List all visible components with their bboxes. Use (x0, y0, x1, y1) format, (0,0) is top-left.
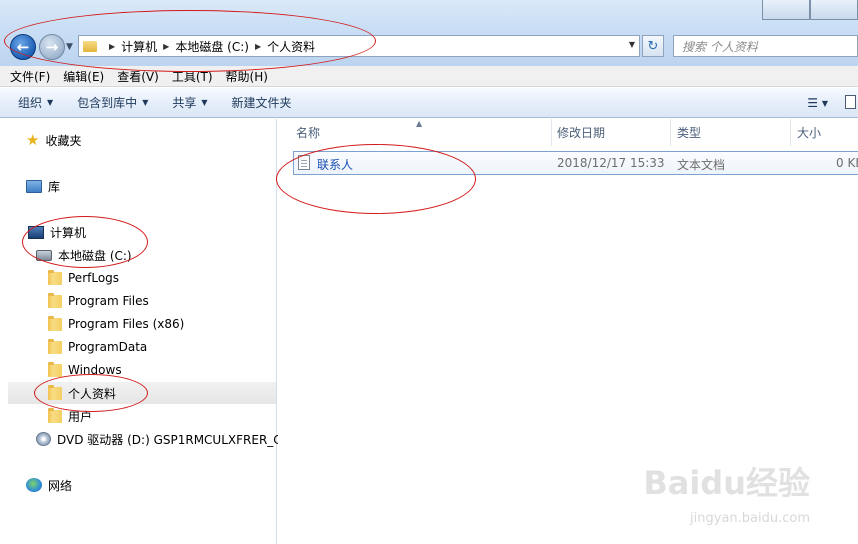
nav-favorites-label: 收藏夹 (45, 133, 82, 148)
folder-icon (48, 315, 62, 331)
menu-file[interactable]: 文件(F) (10, 68, 50, 85)
nav-dvd-label: DVD 驱动器 (D:) GSP1RMCULXFRER_C (57, 432, 282, 447)
computer-icon (28, 225, 44, 239)
menu-view[interactable]: 查看(V) (117, 68, 159, 85)
nav-dvd-drive[interactable]: DVD 驱动器 (D:) GSP1RMCULXFRER_C (36, 428, 282, 450)
nav-folder-windows[interactable]: Windows (48, 359, 122, 381)
chevron-down-icon[interactable]: ▼ (822, 99, 828, 108)
address-bar[interactable]: ▶ 计算机 ▶ 本地磁盘 (C:) ▶ 个人资料 ▼ (78, 35, 640, 57)
nav-folder-program-files-x86[interactable]: Program Files (x86) (48, 313, 184, 335)
breadcrumb-computer[interactable]: 计算机 (121, 38, 157, 55)
nav-folder-personal-data[interactable]: 个人资料 (8, 382, 276, 404)
menu-bar: 文件(F) 编辑(E) 查看(V) 工具(T) 帮助(H) (0, 66, 858, 87)
search-input[interactable]: 搜索 个人资料 (673, 35, 858, 57)
network-icon (26, 478, 42, 492)
menu-tools[interactable]: 工具(T) (172, 68, 213, 85)
column-header-size[interactable]: 大小 (791, 119, 858, 146)
nav-libraries-label: 库 (48, 179, 61, 194)
organize-label: 组织 (18, 96, 43, 110)
nav-network[interactable]: 网络 (26, 474, 72, 496)
table-row[interactable]: 联系人 2018/12/17 15:33 文本文档 0 KB (293, 151, 858, 175)
column-header-name[interactable]: 名称 (290, 119, 552, 146)
disk-drive-icon (36, 249, 52, 261)
navigation-pane: ★ 收藏夹 库 计算机 本地磁盘 (C:) PerfLogs Program F… (0, 119, 282, 544)
chevron-right-icon[interactable]: ▶ (109, 42, 115, 51)
text-file-icon (298, 155, 310, 170)
breadcrumb-local-disk[interactable]: 本地磁盘 (C:) (175, 38, 249, 55)
nav-folder-label: Windows (68, 363, 122, 377)
file-modified: 2018/12/17 15:33 (557, 156, 665, 170)
nav-folder-label: ProgramData (68, 340, 148, 354)
nav-libraries[interactable]: 库 (26, 175, 60, 197)
star-icon: ★ (26, 131, 40, 149)
nav-favorites[interactable]: ★ 收藏夹 (26, 129, 81, 151)
maximize-button[interactable] (762, 0, 810, 20)
nav-folder-label: Program Files (x86) (68, 317, 185, 331)
nav-local-disk[interactable]: 本地磁盘 (C:) (36, 244, 132, 266)
dvd-drive-icon (36, 432, 51, 446)
new-folder-button[interactable]: 新建文件夹 (232, 94, 292, 111)
nav-network-label: 网络 (48, 478, 73, 493)
chevron-right-icon[interactable]: ▶ (163, 42, 169, 51)
chevron-down-icon: ▼ (47, 98, 54, 107)
command-bar: 组织 ▼ 包含到库中 ▼ 共享 ▼ 新建文件夹 (0, 88, 858, 118)
folder-icon (83, 40, 97, 52)
chevron-down-icon: ▼ (201, 98, 208, 107)
nav-folder-label: 个人资料 (68, 386, 117, 401)
nav-folder-label: 用户 (68, 409, 93, 424)
nav-folder-users[interactable]: 用户 (48, 405, 92, 427)
library-icon (26, 179, 42, 193)
nav-folder-programdata[interactable]: ProgramData (48, 336, 147, 358)
nav-folder-program-files[interactable]: Program Files (48, 290, 149, 312)
refresh-icon[interactable]: ↻ (642, 35, 664, 57)
change-view-icon[interactable]: ☰ (807, 96, 818, 110)
nav-computer-label: 计算机 (50, 225, 87, 240)
nav-local-disk-label: 本地磁盘 (C:) (58, 248, 132, 263)
watermark-url: jingyan.baidu.com (690, 511, 810, 526)
chevron-down-icon[interactable]: ▼ (629, 40, 635, 49)
share-button[interactable]: 共享 ▼ (172, 94, 207, 111)
nav-folder-perflogs[interactable]: PerfLogs (48, 267, 119, 289)
file-size: 0 KB (836, 156, 858, 170)
column-header-modified[interactable]: 修改日期 (551, 119, 671, 146)
close-button[interactable] (810, 0, 858, 20)
preview-pane-icon[interactable] (845, 95, 856, 109)
include-in-library-button[interactable]: 包含到库中 ▼ (77, 94, 148, 111)
nav-computer[interactable]: 计算机 (28, 221, 86, 243)
share-label: 共享 (172, 96, 197, 110)
search-placeholder: 搜索 个人资料 (682, 39, 758, 54)
breadcrumb-current-folder[interactable]: 个人资料 (267, 38, 315, 55)
folder-icon (48, 269, 62, 285)
back-arrow-icon[interactable]: ← (10, 34, 36, 60)
folder-icon (48, 384, 62, 400)
forward-arrow-icon[interactable]: → (39, 34, 65, 60)
watermark-logo: Baidu经验 (643, 464, 810, 502)
column-header-type[interactable]: 类型 (671, 119, 791, 146)
menu-help[interactable]: 帮助(H) (226, 68, 268, 85)
nav-folder-label: Program Files (68, 294, 149, 308)
chevron-down-icon: ▼ (142, 98, 149, 107)
folder-icon (48, 292, 62, 308)
nav-folder-label: PerfLogs (68, 271, 120, 285)
folder-icon (48, 407, 62, 423)
organize-button[interactable]: 组织 ▼ (18, 94, 53, 111)
include-in-library-label: 包含到库中 (77, 96, 138, 110)
menu-edit[interactable]: 编辑(E) (63, 68, 104, 85)
file-type: 文本文档 (677, 158, 726, 172)
recent-pages-dropdown-icon[interactable]: ▼ (66, 42, 73, 52)
folder-icon (48, 338, 62, 354)
folder-icon (48, 361, 62, 377)
file-name[interactable]: 联系人 (317, 156, 353, 173)
chevron-right-icon[interactable]: ▶ (255, 42, 261, 51)
